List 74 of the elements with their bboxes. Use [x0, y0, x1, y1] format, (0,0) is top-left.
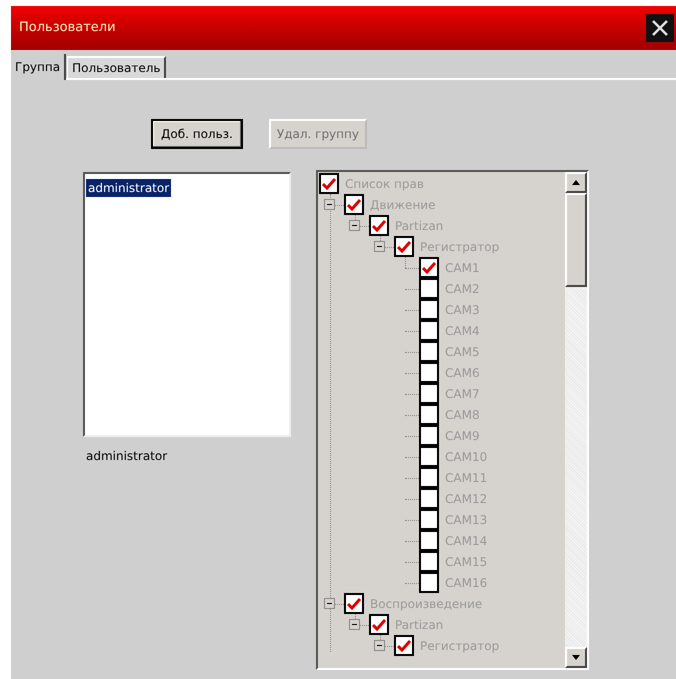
- tree-item-label[interactable]: CAM4: [445, 322, 480, 340]
- window-title: Пользователи: [19, 19, 116, 38]
- scrollbar[interactable]: [565, 172, 587, 668]
- scroll-down-button[interactable]: [565, 647, 587, 668]
- tree-item-label[interactable]: CAM13: [445, 510, 488, 528]
- tree-item-label[interactable]: CAM6: [445, 364, 480, 382]
- expander[interactable]: [349, 619, 360, 630]
- tree-item-label[interactable]: CAM8: [445, 406, 480, 424]
- expander[interactable]: [374, 241, 385, 252]
- tree-item-label[interactable]: CAM12: [445, 490, 488, 508]
- checkbox[interactable]: [419, 278, 439, 299]
- check-icon: [347, 198, 361, 210]
- tree-item-label[interactable]: CAM1: [445, 258, 480, 276]
- down-arrow-icon: [572, 655, 580, 660]
- close-icon: [650, 18, 670, 38]
- checkbox[interactable]: [419, 530, 439, 551]
- check-icon: [322, 178, 336, 190]
- toolbar-button[interactable]: Доб. польз.: [151, 119, 243, 149]
- checkbox[interactable]: [344, 593, 364, 614]
- scroll-thumb[interactable]: [565, 193, 587, 287]
- tree-item-label[interactable]: CAM11: [445, 468, 488, 486]
- tree-item-label[interactable]: CAM5: [445, 342, 480, 360]
- user-name-label: administrator: [86, 448, 168, 465]
- tree-item-label[interactable]: CAM16: [445, 574, 488, 592]
- tree-item-label[interactable]: Список прав: [345, 174, 424, 192]
- tree-item-label[interactable]: CAM3: [445, 300, 480, 318]
- up-arrow-icon: [572, 180, 580, 185]
- check-icon: [397, 640, 411, 652]
- checkbox[interactable]: [369, 215, 389, 236]
- checkbox[interactable]: [419, 572, 439, 593]
- tree-item-label[interactable]: Движение: [370, 196, 436, 214]
- tree-item-label[interactable]: CAM10: [445, 448, 488, 466]
- check-icon: [372, 220, 386, 232]
- tree-item-label[interactable]: CAM9: [445, 426, 480, 444]
- checkbox[interactable]: [319, 173, 339, 194]
- tree-item-label[interactable]: Воспроизведение: [370, 594, 482, 612]
- checkbox[interactable]: [419, 488, 439, 509]
- checkbox[interactable]: [394, 635, 414, 656]
- tree-item-label[interactable]: Partizan: [395, 616, 444, 634]
- checkbox[interactable]: [419, 320, 439, 341]
- checkbox[interactable]: [419, 341, 439, 362]
- tree-item-label[interactable]: CAM7: [445, 384, 480, 402]
- tree-item-label[interactable]: Регистратор: [420, 636, 500, 654]
- check-icon: [397, 240, 411, 252]
- tab[interactable]: Пользователь: [67, 56, 166, 78]
- check-icon: [422, 262, 436, 274]
- checkbox[interactable]: [419, 257, 439, 278]
- scroll-up-button[interactable]: [565, 172, 587, 193]
- checkbox[interactable]: [419, 299, 439, 320]
- check-icon: [372, 618, 386, 630]
- expander[interactable]: [374, 640, 385, 651]
- tree-item-label[interactable]: Регистратор: [420, 238, 500, 256]
- checkbox[interactable]: [419, 446, 439, 467]
- checkbox[interactable]: [344, 194, 364, 215]
- checkbox[interactable]: [419, 404, 439, 425]
- checkbox[interactable]: [369, 614, 389, 635]
- checkbox[interactable]: [419, 467, 439, 488]
- checkbox[interactable]: [419, 551, 439, 572]
- checkbox[interactable]: [419, 362, 439, 383]
- checkbox[interactable]: [419, 383, 439, 404]
- check-icon: [347, 598, 361, 610]
- checkbox[interactable]: [419, 425, 439, 446]
- list-item[interactable]: administrator: [86, 179, 172, 197]
- expander[interactable]: [324, 598, 335, 609]
- tree-item-label[interactable]: Partizan: [395, 216, 444, 234]
- tree-item-label[interactable]: CAM15: [445, 552, 488, 570]
- close-button[interactable]: [646, 14, 674, 42]
- checkbox[interactable]: [419, 509, 439, 530]
- tree-item-label[interactable]: CAM14: [445, 532, 488, 550]
- checkbox[interactable]: [394, 236, 414, 257]
- tab[interactable]: Группа: [11, 54, 66, 80]
- expander[interactable]: [324, 199, 335, 210]
- expander[interactable]: [349, 220, 360, 231]
- tree-item-label[interactable]: CAM2: [445, 280, 480, 298]
